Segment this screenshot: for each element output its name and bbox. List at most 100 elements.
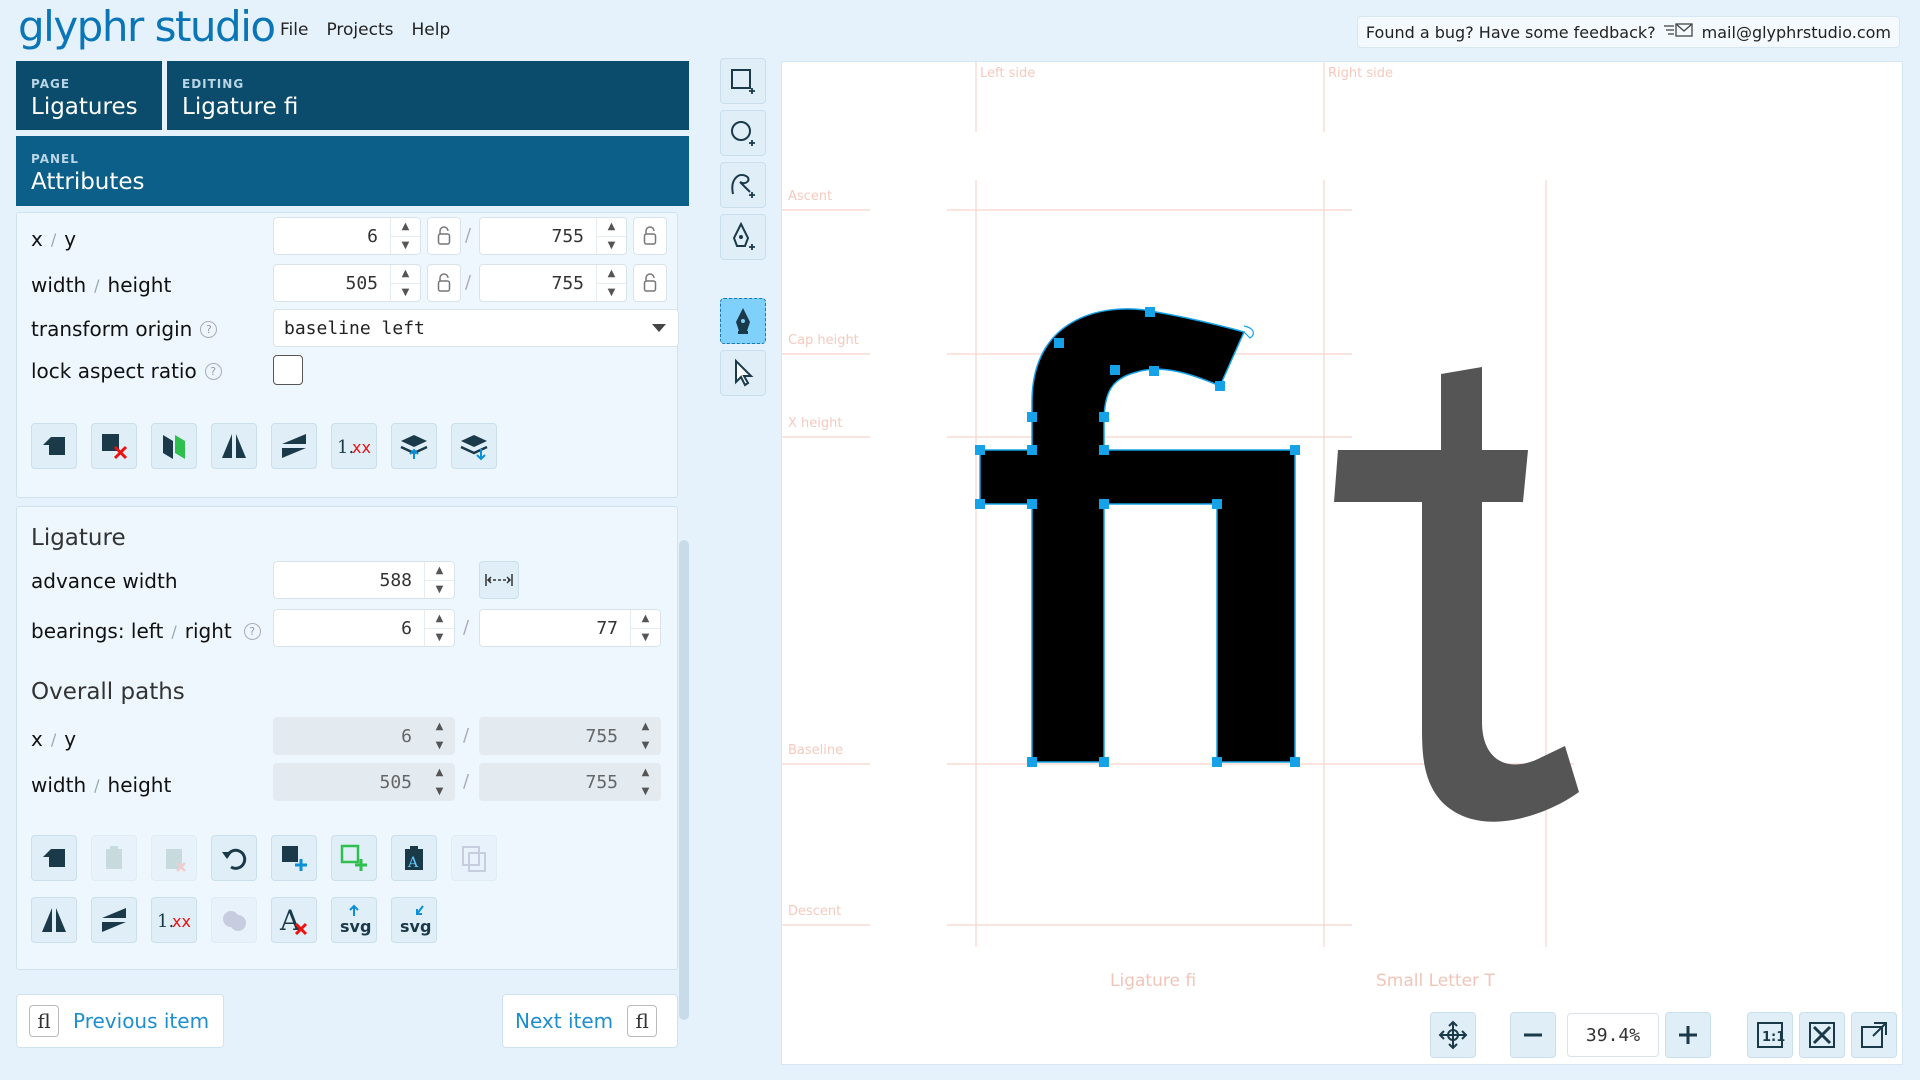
height-stepper[interactable]: ▲ ▼ bbox=[596, 265, 626, 301]
new-rectangle-tool-icon[interactable] bbox=[720, 58, 766, 104]
lock-aspect-row: lock aspect ratio ? bbox=[31, 359, 222, 383]
nav-editing-button[interactable]: EDITING Ligature fi bbox=[167, 61, 689, 130]
x-stepper[interactable]: ▲ ▼ bbox=[390, 218, 420, 254]
x-input[interactable]: 6 ▲ ▼ bbox=[273, 217, 421, 255]
glyph-edit-canvas[interactable]: Left side Right side Ascent Cap height X… bbox=[781, 61, 1903, 1065]
copy-all-icon[interactable] bbox=[31, 835, 77, 881]
transform-origin-select[interactable]: baseline left bbox=[273, 309, 679, 347]
feedback-email-link[interactable]: mail@glyphrstudio.com bbox=[1702, 23, 1891, 42]
ligature-card: Ligature advance width 588 ▲ ▼ bearings: … bbox=[16, 506, 678, 970]
delete-shape-icon[interactable] bbox=[91, 423, 137, 469]
nav-editing-label: EDITING bbox=[182, 77, 245, 91]
add-shape-icon[interactable] bbox=[271, 835, 317, 881]
overall-wh-row: width / height bbox=[31, 773, 172, 797]
flip-horizontal-icon[interactable] bbox=[211, 423, 257, 469]
previous-glyph-preview: fl bbox=[29, 1005, 59, 1037]
lock-width-icon[interactable] bbox=[427, 264, 461, 302]
next-item-label: Next item bbox=[515, 1009, 614, 1033]
advance-width-label: advance width bbox=[31, 569, 178, 593]
bearing-right-stepper[interactable]: ▲ ▼ bbox=[630, 610, 660, 646]
overall-height-input: 755 ▲ ▼ bbox=[479, 763, 661, 801]
advance-width-input[interactable]: 588 ▲ ▼ bbox=[273, 561, 455, 599]
overall-paths-title: Overall paths bbox=[31, 679, 185, 705]
overall-width-input: 505 ▲ ▼ bbox=[273, 763, 455, 801]
pan-icon[interactable] bbox=[1430, 1012, 1476, 1058]
bearings-right-label: right bbox=[184, 619, 232, 643]
import-svg-icon[interactable]: svg bbox=[391, 897, 437, 943]
open-popout-icon[interactable] bbox=[1851, 1012, 1897, 1058]
flip-vertical-icon[interactable] bbox=[271, 423, 317, 469]
undo-icon[interactable] bbox=[211, 835, 257, 881]
overall-xy-row: x / y bbox=[31, 727, 77, 751]
pen-tool-icon[interactable] bbox=[720, 298, 766, 344]
width-label: width bbox=[31, 273, 87, 297]
round-all-values-icon[interactable]: 1. xx bbox=[151, 897, 197, 943]
svg-text:1:1: 1:1 bbox=[1762, 1030, 1785, 1045]
zoom-actual-size-icon[interactable]: 1:1 bbox=[1747, 1012, 1793, 1058]
zoom-level[interactable]: 39.4% bbox=[1567, 1013, 1659, 1057]
move-layer-up-icon[interactable] bbox=[391, 423, 437, 469]
width-input[interactable]: 505 ▲ ▼ bbox=[273, 264, 421, 302]
reverse-path-icon[interactable] bbox=[151, 423, 197, 469]
nav-panel-button[interactable]: PANEL Attributes bbox=[16, 136, 689, 206]
ligature-section-title: Ligature bbox=[31, 525, 126, 551]
bearings-left-label: bearings: left bbox=[31, 619, 164, 643]
lock-y-icon[interactable] bbox=[633, 217, 667, 255]
baseline-label: Baseline bbox=[788, 743, 844, 758]
export-svg-icon[interactable]: svg bbox=[331, 897, 377, 943]
bearing-left-input[interactable]: 6 ▲ ▼ bbox=[273, 609, 455, 647]
help-icon[interactable]: ? bbox=[204, 362, 222, 380]
menu-help[interactable]: Help bbox=[411, 20, 450, 40]
add-component-icon[interactable] bbox=[331, 835, 377, 881]
app-logo[interactable]: glyphr studio bbox=[18, 2, 276, 51]
round-values-icon[interactable]: 1. xx bbox=[331, 423, 377, 469]
new-path-tool-icon[interactable] bbox=[720, 162, 766, 208]
next-item-button[interactable]: Next item fl bbox=[502, 994, 678, 1048]
previous-item-label: Previous item bbox=[73, 1009, 210, 1033]
bearing-left-stepper[interactable]: ▲ ▼ bbox=[424, 610, 454, 646]
lock-x-icon[interactable] bbox=[427, 217, 461, 255]
height-input[interactable]: 755 ▲ ▼ bbox=[479, 264, 627, 302]
lock-height-icon[interactable] bbox=[633, 264, 667, 302]
nav-panel-label: PANEL bbox=[31, 152, 79, 166]
flip-horizontal-all-icon[interactable] bbox=[31, 897, 77, 943]
y-input[interactable]: 755 ▲ ▼ bbox=[479, 217, 627, 255]
main-menu: File Projects Help bbox=[280, 20, 450, 40]
previous-item-button[interactable]: fl Previous item bbox=[16, 994, 224, 1048]
new-oval-tool-icon[interactable] bbox=[720, 110, 766, 156]
cap-height-label: Cap height bbox=[788, 333, 859, 348]
delete-glyph-icon[interactable]: A bbox=[271, 897, 317, 943]
help-icon[interactable]: ? bbox=[200, 320, 218, 338]
menu-projects[interactable]: Projects bbox=[326, 20, 393, 40]
help-icon[interactable]: ? bbox=[243, 622, 261, 640]
paste-icon bbox=[91, 835, 137, 881]
nav-page-button[interactable]: PAGE Ligatures bbox=[16, 61, 162, 130]
auto-width-icon[interactable] bbox=[479, 561, 519, 599]
svg-text:xx: xx bbox=[172, 912, 191, 931]
y-stepper[interactable]: ▲ ▼ bbox=[596, 218, 626, 254]
feedback-text: Found a bug? Have some feedback? bbox=[1365, 22, 1656, 42]
add-point-tool-icon[interactable] bbox=[720, 214, 766, 260]
descent-label: Descent bbox=[788, 904, 842, 919]
zoom-fit-icon[interactable] bbox=[1799, 1012, 1845, 1058]
overall-x-input: 6 ▲ ▼ bbox=[273, 717, 455, 755]
nav-panel-value: Attributes bbox=[31, 169, 145, 195]
lock-aspect-checkbox[interactable] bbox=[273, 355, 303, 385]
pointer-tool-icon[interactable] bbox=[720, 350, 766, 396]
menu-file[interactable]: File bbox=[280, 20, 308, 40]
advance-width-stepper[interactable]: ▲ ▼ bbox=[424, 562, 454, 598]
paste-glyph-icon[interactable]: A bbox=[391, 835, 437, 881]
y-label: y bbox=[64, 227, 77, 251]
nav-editing-value: Ligature fi bbox=[182, 94, 299, 120]
zoom-in-button[interactable] bbox=[1665, 1012, 1711, 1058]
width-stepper[interactable]: ▲ ▼ bbox=[390, 265, 420, 301]
copy-icon[interactable] bbox=[31, 423, 77, 469]
chevron-down-icon bbox=[652, 324, 666, 332]
nav-page-label: PAGE bbox=[31, 77, 71, 91]
panel-scrollbar[interactable] bbox=[679, 540, 689, 1020]
zoom-out-button[interactable] bbox=[1510, 1012, 1556, 1058]
transform-origin-row: transform origin ? bbox=[31, 317, 218, 341]
flip-vertical-all-icon[interactable] bbox=[91, 897, 137, 943]
bearing-right-input[interactable]: 77 ▲ ▼ bbox=[479, 609, 661, 647]
move-layer-down-icon[interactable] bbox=[451, 423, 497, 469]
